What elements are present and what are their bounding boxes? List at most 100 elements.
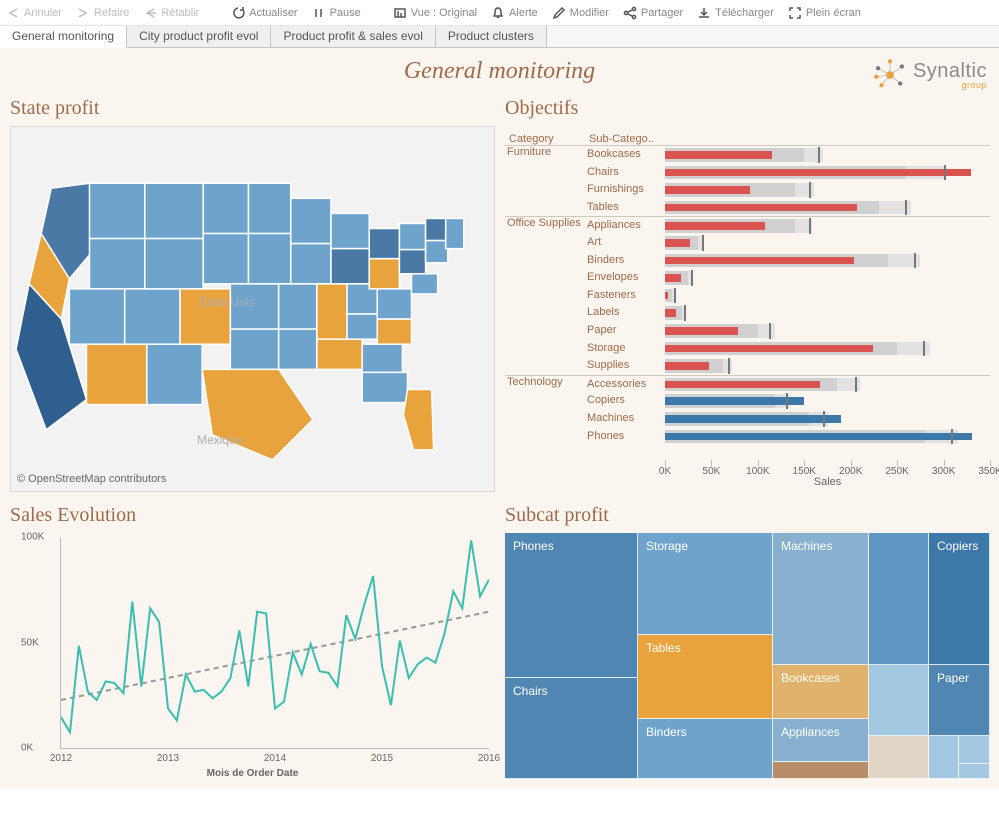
bullet-row[interactable]: [665, 216, 990, 234]
sales-xtick-label: 2014: [264, 753, 286, 764]
sales-xtick-label: 2013: [157, 753, 179, 764]
sales-ytick-label: 50K: [21, 637, 39, 648]
download-button[interactable]: Télécharger: [697, 6, 774, 20]
objectifs-subcategory-label: Chairs: [585, 164, 665, 182]
tab-product-profit-sales-evol[interactable]: Product profit & sales evol: [271, 26, 435, 47]
bullet-row[interactable]: [665, 428, 990, 446]
revert-icon: [143, 6, 157, 20]
share-icon: [623, 6, 637, 20]
objectifs-title: Objectifs: [505, 97, 990, 120]
redo-button[interactable]: Refaire: [76, 6, 129, 20]
us-map[interactable]: États-Unis Mexique © OpenStreetMap contr…: [10, 126, 495, 492]
refresh-label: Actualiser: [249, 7, 297, 19]
treemap-cell[interactable]: [869, 665, 929, 736]
refresh-button[interactable]: Actualiser: [231, 6, 297, 20]
sales-line-svg: [61, 537, 489, 741]
bullet-row[interactable]: [665, 304, 990, 322]
treemap-cell[interactable]: [773, 762, 869, 779]
treemap-cell[interactable]: [959, 736, 990, 764]
treemap-cell[interactable]: [959, 764, 990, 779]
bullet-row[interactable]: [665, 410, 990, 428]
objectifs-subcategory-label: Envelopes: [585, 269, 665, 287]
bullet-row[interactable]: [665, 146, 990, 164]
dashboard: Synaltic group General monitoring State …: [0, 48, 999, 789]
objectifs-header-category: Category: [505, 126, 585, 146]
bullet-row[interactable]: [665, 322, 990, 340]
tab-city-product-profit-evol[interactable]: City product profit evol: [127, 26, 271, 47]
bullet-row[interactable]: [665, 287, 990, 305]
objectifs-category-label: Technology: [505, 375, 585, 445]
bullet-row[interactable]: [665, 357, 990, 375]
brand-icon: [873, 58, 907, 92]
objectifs-tick-label: 250K: [885, 466, 908, 477]
bullet-row[interactable]: [665, 392, 990, 410]
sales-ytick-label: 100K: [21, 532, 44, 543]
bullet-row[interactable]: [665, 234, 990, 252]
treemap-cell[interactable]: [929, 736, 959, 779]
treemap-cell-phones[interactable]: Phones: [505, 533, 638, 678]
undo-button[interactable]: Annuler: [6, 6, 62, 20]
sales-xtick-label: 2016: [478, 753, 500, 764]
view-button[interactable]: Vue : Original: [393, 6, 477, 20]
treemap-cell-machines[interactable]: Machines: [773, 533, 869, 665]
bullet-row[interactable]: [665, 181, 990, 199]
bullet-row[interactable]: [665, 164, 990, 182]
treemap-cell-binders[interactable]: Binders: [638, 719, 773, 779]
state-profit-card: State profit: [10, 95, 495, 492]
treemap-cell-storage[interactable]: Storage: [638, 533, 773, 635]
objectifs-subcategory-label: Binders: [585, 252, 665, 270]
arrow-right-icon: [76, 6, 90, 20]
tab-general-monitoring[interactable]: General monitoring: [0, 26, 127, 48]
sales-evolution-chart[interactable]: Sales 0K50K100K 20122013201420152016 Moi…: [10, 533, 495, 779]
revert-button[interactable]: Rétablir: [143, 6, 199, 20]
treemap-cell-appliances[interactable]: Appliances: [773, 719, 869, 762]
tab-product-clusters[interactable]: Product clusters: [436, 26, 547, 47]
treemap-cell-copiers[interactable]: Copiers: [929, 533, 990, 665]
bullet-row[interactable]: [665, 340, 990, 358]
subcat-profit-treemap[interactable]: PhonesChairsStorageTablesBindersMachines…: [505, 533, 990, 779]
brand-logo: Synaltic group: [873, 58, 987, 92]
alert-button[interactable]: Alerte: [491, 6, 538, 20]
objectifs-tick-label: 200K: [839, 466, 862, 477]
objectifs-category-label: Office Supplies: [505, 216, 585, 374]
fullscreen-button[interactable]: Plein écran: [788, 6, 861, 20]
view-icon: [393, 6, 407, 20]
objectifs-tick-label: 350K: [978, 466, 999, 477]
bullet-row[interactable]: [665, 199, 990, 217]
objectifs-tick-label: 150K: [793, 466, 816, 477]
map-country-mx: Mexique: [197, 433, 242, 447]
treemap-cell[interactable]: [869, 533, 929, 665]
objectifs-header-subcategory: Sub-Catego..: [585, 126, 665, 146]
map-country-us: États-Unis: [199, 295, 254, 309]
share-button[interactable]: Partager: [623, 6, 683, 20]
edit-button[interactable]: Modifier: [552, 6, 609, 20]
pause-button[interactable]: Pause: [312, 6, 361, 20]
fullscreen-icon: [788, 6, 802, 20]
pencil-icon: [552, 6, 566, 20]
bell-icon: [491, 6, 505, 20]
objectifs-subcategory-label: Copiers: [585, 392, 665, 410]
undo-label: Annuler: [24, 7, 62, 19]
bullet-row[interactable]: [665, 252, 990, 270]
treemap-cell[interactable]: [869, 736, 929, 779]
treemap-cell-tables[interactable]: Tables: [638, 635, 773, 719]
alert-label: Alerte: [509, 7, 538, 19]
bullet-row[interactable]: [665, 375, 990, 393]
bullet-row[interactable]: [665, 269, 990, 287]
refresh-icon: [231, 6, 245, 20]
arrow-left-icon: [6, 6, 20, 20]
sales-evolution-title: Sales Evolution: [10, 504, 495, 527]
objectifs-subcategory-label: Furnishings: [585, 181, 665, 199]
subcat-profit-title: Subcat profit: [505, 504, 990, 527]
edit-label: Modifier: [570, 7, 609, 19]
objectifs-subcategory-label: Art: [585, 234, 665, 252]
objectifs-tick-label: 300K: [932, 466, 955, 477]
share-label: Partager: [641, 7, 683, 19]
treemap-cell-paper[interactable]: Paper: [929, 665, 990, 736]
treemap-cell-chairs[interactable]: Chairs: [505, 678, 638, 779]
pause-icon: [312, 6, 326, 20]
objectifs-chart[interactable]: Category Sub-Catego.. FurnitureOffice Su…: [505, 126, 990, 492]
treemap-cell-bookcases[interactable]: Bookcases: [773, 665, 869, 719]
state-profit-title: State profit: [10, 97, 495, 120]
download-label: Télécharger: [715, 7, 774, 19]
